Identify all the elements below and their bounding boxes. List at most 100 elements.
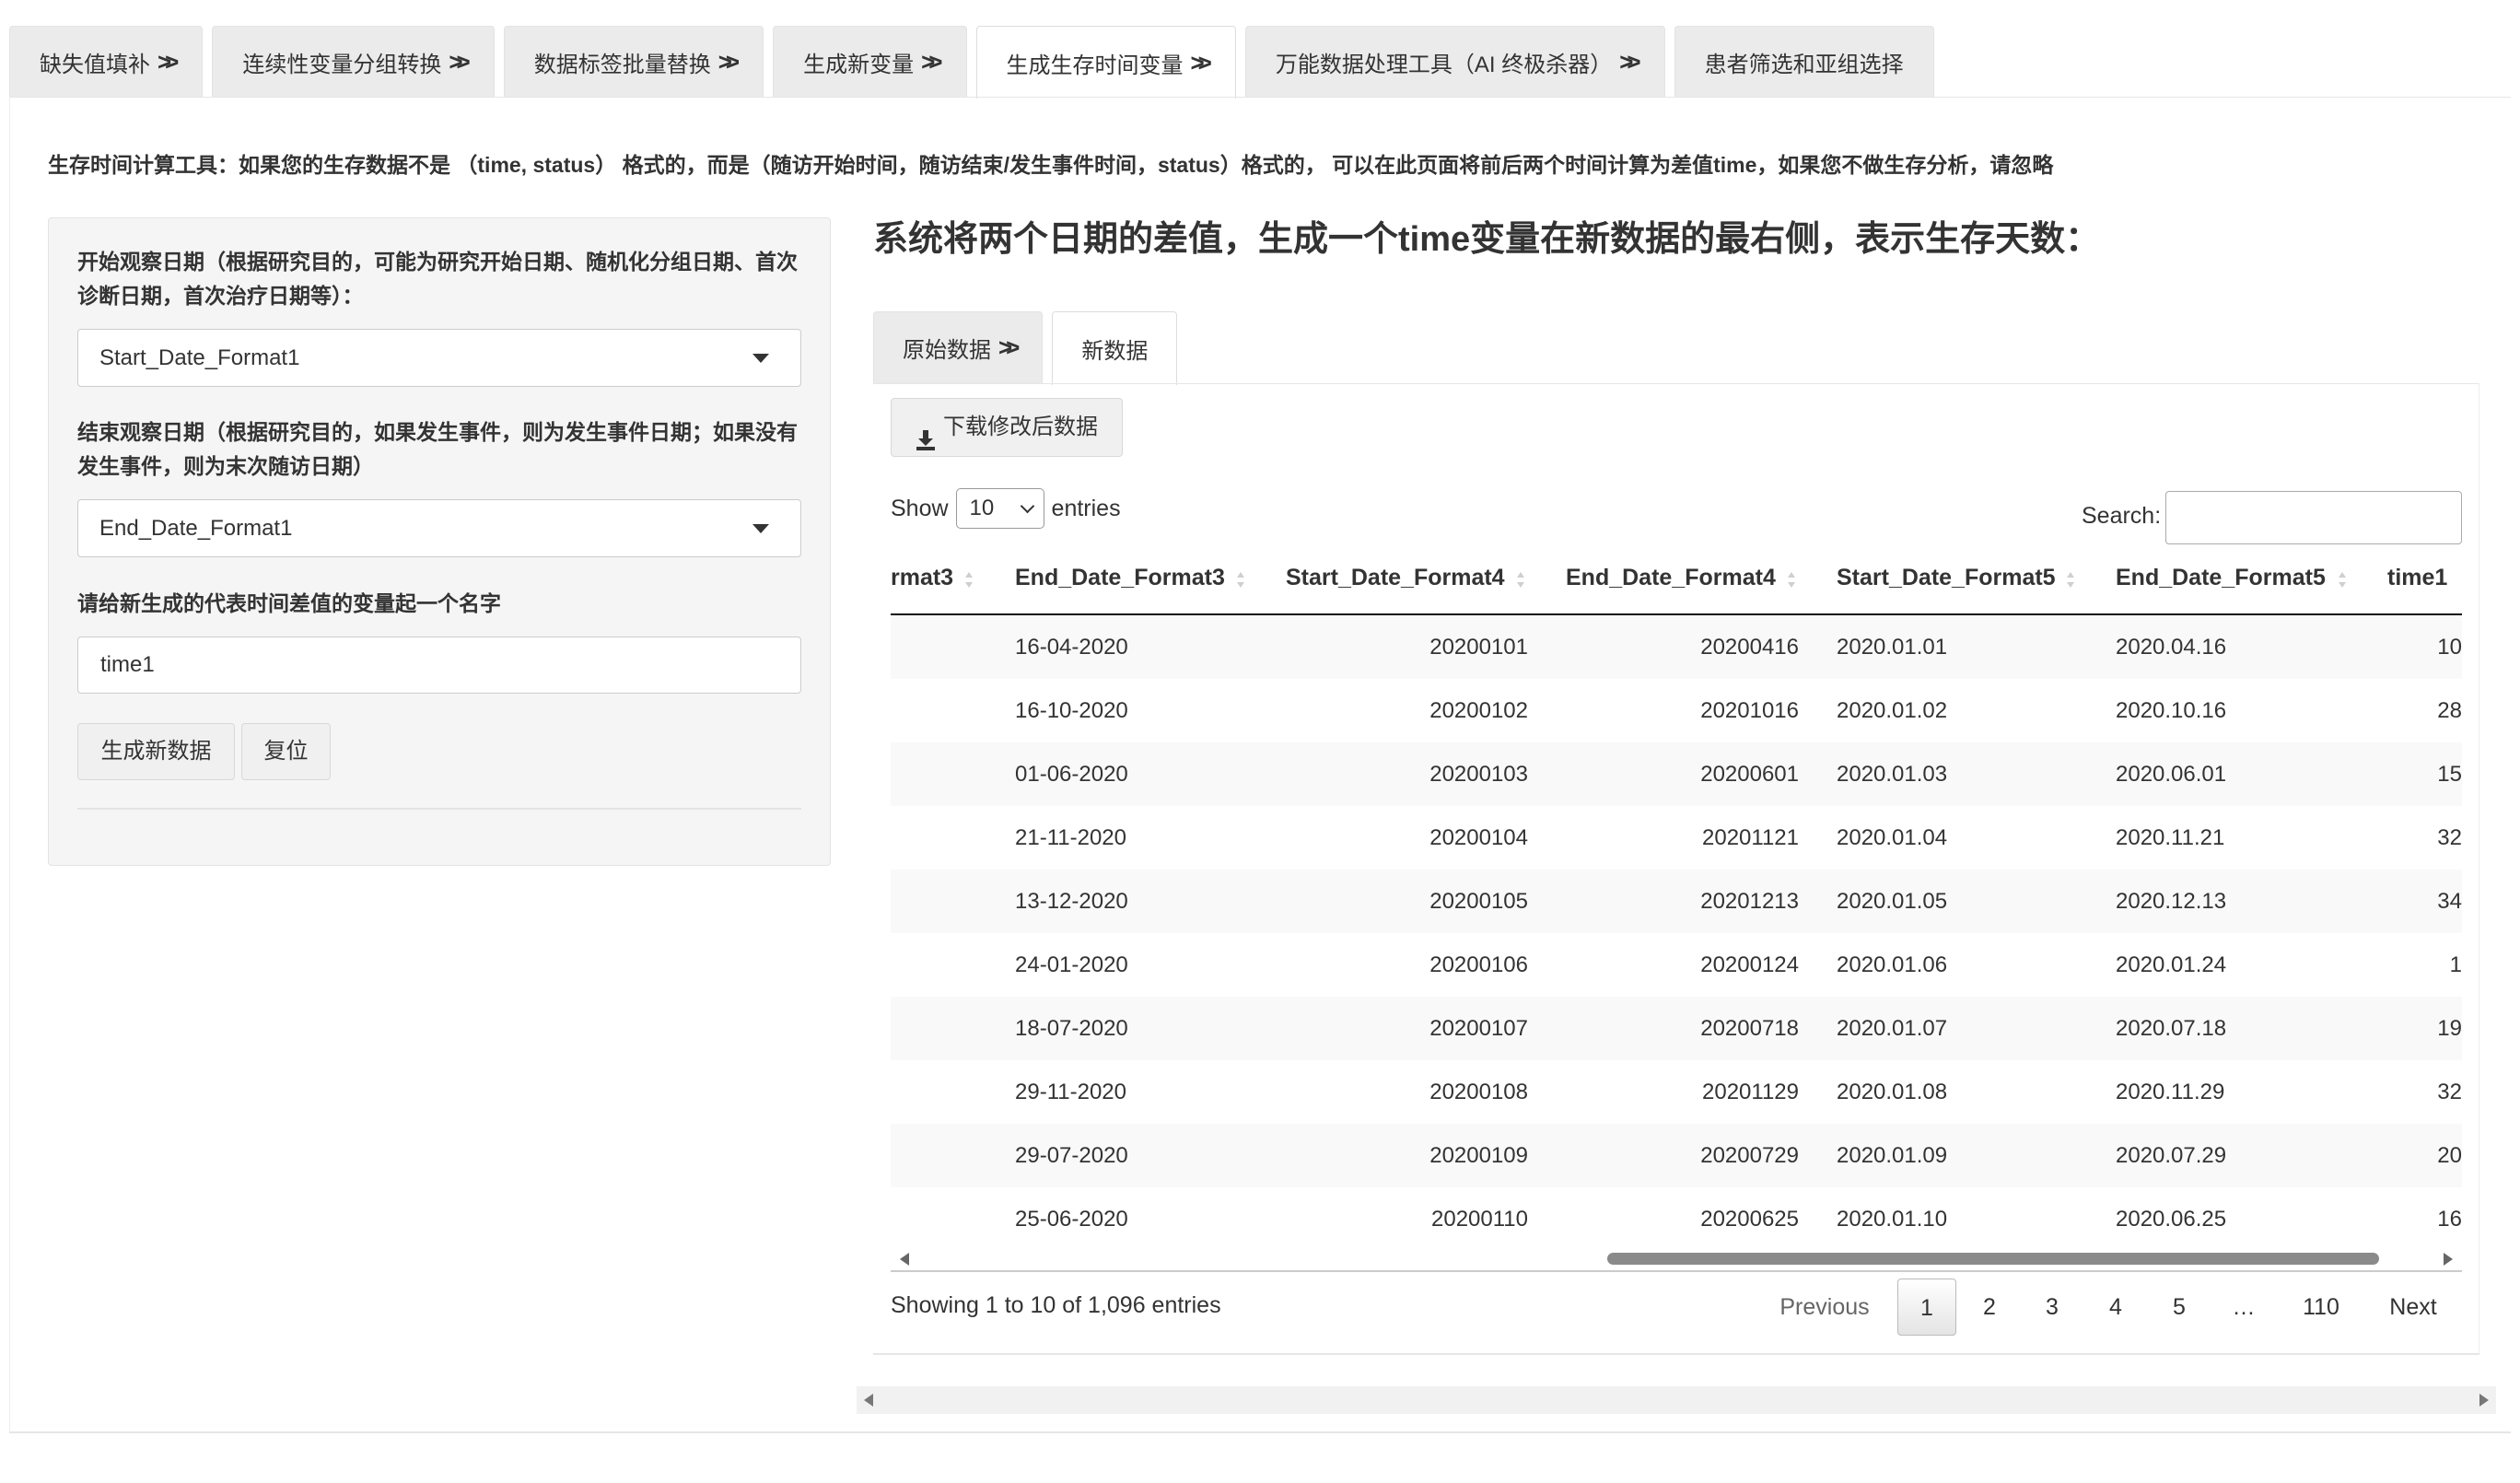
scroll-left-icon[interactable] (900, 1253, 909, 1266)
column-header[interactable]: Start_Date_Format5 (1837, 547, 2056, 613)
table-cell: 16-04-2020 (1015, 635, 1128, 660)
table-row: 25-06-2020 20200110 20200625 2020.01.10 2020… (891, 1187, 2462, 1238)
table-cell: 20200109 (1429, 1143, 1528, 1168)
table-cell: 20200124 (1700, 952, 1799, 977)
double-chevron-right-icon: >> (718, 47, 741, 76)
table-header-row: rmat3 End_Date_Format3 Start_Date_Format… (891, 547, 2462, 615)
sort-icon (1517, 572, 1524, 590)
end-date-select[interactable]: End_Date_Format1 (77, 499, 801, 557)
table-cell: 20200729 (1700, 1143, 1799, 1168)
page-horizontal-scrollbar[interactable] (857, 1386, 2496, 1414)
column-header[interactable]: rmat3 (891, 547, 953, 613)
table-cell: 20200416 (1700, 635, 1799, 660)
column-header[interactable]: Start_Date_Format4 (1286, 547, 1505, 613)
table-cell: 20201129 (1702, 1080, 1799, 1104)
table-cell: 2020.01.24 (2116, 952, 2227, 977)
column-header[interactable]: End_Date_Format4 (1566, 547, 1776, 613)
scroll-right-icon[interactable] (2444, 1253, 2453, 1266)
table-cell: 2020.01.07 (1837, 1016, 1948, 1041)
page-button-110[interactable]: 110 (2281, 1279, 2362, 1336)
end-date-label: 结束观察日期（根据研究目的，如果发生事件，则为发生事件日期；如果没有发生事件，则… (77, 420, 798, 478)
tab-patient-filter-subgroup[interactable]: 患者筛选和亚组选择 (1674, 26, 1934, 97)
tab-label: 原始数据 (903, 338, 991, 363)
tab-missing-value-imputation[interactable]: 缺失值填补 >> (9, 26, 204, 97)
scroll-left-icon[interactable] (864, 1394, 873, 1407)
table-cell: 20200105 (1429, 889, 1528, 914)
table-cell: 20200104 (1429, 825, 1528, 850)
table-cell: 2020.01.08 (1837, 1080, 1948, 1104)
variable-name-label: 请给新生成的代表时间差值的变量起一个名字 (77, 591, 501, 615)
table-cell: 19 (2437, 1016, 2462, 1041)
generate-data-button[interactable]: 生成新数据 (77, 723, 235, 780)
table-cell: 2020.06.25 (2116, 1207, 2227, 1232)
table-cell: 28 (2437, 698, 2462, 723)
table-cell: 20200102 (1429, 698, 1528, 723)
table-info: Showing 1 to 10 of 1,096 entries (891, 1292, 1221, 1318)
page-length-select[interactable]: 10 (955, 488, 1044, 529)
search-input[interactable] (2165, 491, 2462, 544)
download-data-button[interactable]: 下载修改后数据 (891, 398, 1123, 457)
table-cell: 20200601 (1700, 762, 1799, 787)
next-page-button[interactable]: Next (2376, 1279, 2450, 1336)
tab-label: 连续性变量分组转换 (242, 52, 442, 77)
caret-down-icon (752, 524, 769, 533)
double-chevron-right-icon: >> (158, 47, 180, 76)
page-button-5[interactable]: 5 (2152, 1279, 2207, 1336)
tab-generate-new-variable[interactable]: 生成新变量 >> (773, 26, 967, 97)
content-frame-left (9, 97, 10, 1432)
column-header[interactable]: End_Date_Format5 (2116, 547, 2326, 613)
table-cell: 15 (2437, 762, 2462, 787)
table-cell: 2020.01.02 (1837, 698, 1948, 723)
double-chevron-right-icon: >> (921, 47, 943, 76)
end-date-value: End_Date_Format1 (99, 516, 293, 541)
tab-label: 患者筛选和亚组选择 (1704, 52, 1904, 77)
table-cell: 2020.04.16 (2116, 635, 2227, 660)
sidebar-panel: 开始观察日期（根据研究目的，可能为研究开始日期、随机化分组日期、首次诊断日期，首… (48, 217, 831, 866)
scroll-right-icon[interactable] (2479, 1394, 2489, 1407)
table-cell: 20200108 (1429, 1080, 1528, 1104)
table-cell: 18-07-2020 (1015, 1016, 1128, 1041)
scrollbar-thumb[interactable] (1607, 1253, 2379, 1265)
table-cell: 16-10-2020 (1015, 698, 1128, 723)
main-heading: 系统将两个日期的差值，生成一个time变量在新数据的最右侧，表示生存天数： (873, 220, 2101, 259)
tab-label: 生成新变量 (803, 52, 915, 77)
tab-original-data[interactable]: 原始数据 >> (873, 311, 1044, 383)
table-cell: 32 (2437, 825, 2462, 850)
tab-survival-time-variable[interactable]: 生成生存时间变量 >> (975, 26, 1236, 99)
tab-new-data[interactable]: 新数据 (1052, 311, 1178, 385)
table-row: 13-12-2020 20200105 20201213 2020.01.05 2020… (891, 870, 2462, 934)
tab-label: 缺失值填补 (40, 52, 150, 77)
table-row: 21-11-2020 20200104 20201121 2020.01.04 2020… (891, 806, 2462, 870)
reset-button[interactable]: 复位 (241, 723, 331, 780)
table-cell: 20200718 (1700, 1016, 1799, 1041)
tab-label-batch-replace[interactable]: 数据标签批量替换 >> (503, 26, 764, 97)
table-cell: 10 (2437, 635, 2462, 660)
column-header[interactable]: time1 (2387, 547, 2447, 613)
page-button-3[interactable]: 3 (2024, 1279, 2080, 1336)
data-table: rmat3 End_Date_Format3 Start_Date_Format… (891, 547, 2462, 1238)
table-cell: 2020.01.05 (1837, 889, 1948, 914)
tab-universal-data-tool[interactable]: 万能数据处理工具（AI 终极杀器） >> (1244, 26, 1665, 97)
start-date-label: 开始观察日期（根据研究目的，可能为研究开始日期、随机化分组日期、首次诊断日期，首… (77, 250, 798, 308)
previous-page-button[interactable]: Previous (1770, 1279, 1879, 1336)
variable-name-input[interactable]: time1 (77, 636, 801, 694)
page-button-2[interactable]: 2 (1962, 1279, 2017, 1336)
table-cell: 20200107 (1429, 1016, 1528, 1041)
start-date-select[interactable]: Start_Date_Format1 (77, 329, 801, 387)
page-button-1[interactable]: 1 (1897, 1279, 1956, 1336)
table-cell: 20 (2437, 1143, 2462, 1168)
table-horizontal-scrollbar[interactable] (891, 1248, 2462, 1268)
table-cell: 2020.10.16 (2116, 698, 2227, 723)
page-button-4[interactable]: 4 (2088, 1279, 2143, 1336)
table-cell: 01-06-2020 (1015, 762, 1128, 787)
table-row: 29-11-2020 20200108 20201129 2020.01.08 2020… (891, 1060, 2462, 1125)
tab-continuous-variable-grouping[interactable]: 连续性变量分组转换 >> (212, 26, 495, 97)
caret-down-icon (752, 354, 769, 363)
table-row: 18-07-2020 20200107 20200718 2020.01.07 2020… (891, 997, 2462, 1061)
column-header[interactable]: End_Date_Format3 (1015, 547, 1225, 613)
tab-label: 万能数据处理工具（AI 终极杀器） (1275, 52, 1613, 77)
start-date-value: Start_Date_Format1 (99, 345, 300, 370)
sort-icon (1788, 572, 1795, 590)
intro-text: 生存时间计算工具：如果您的生存数据不是 （time, status） 格式的，而… (48, 153, 2054, 177)
table-cell: 2020.07.18 (2116, 1016, 2227, 1041)
